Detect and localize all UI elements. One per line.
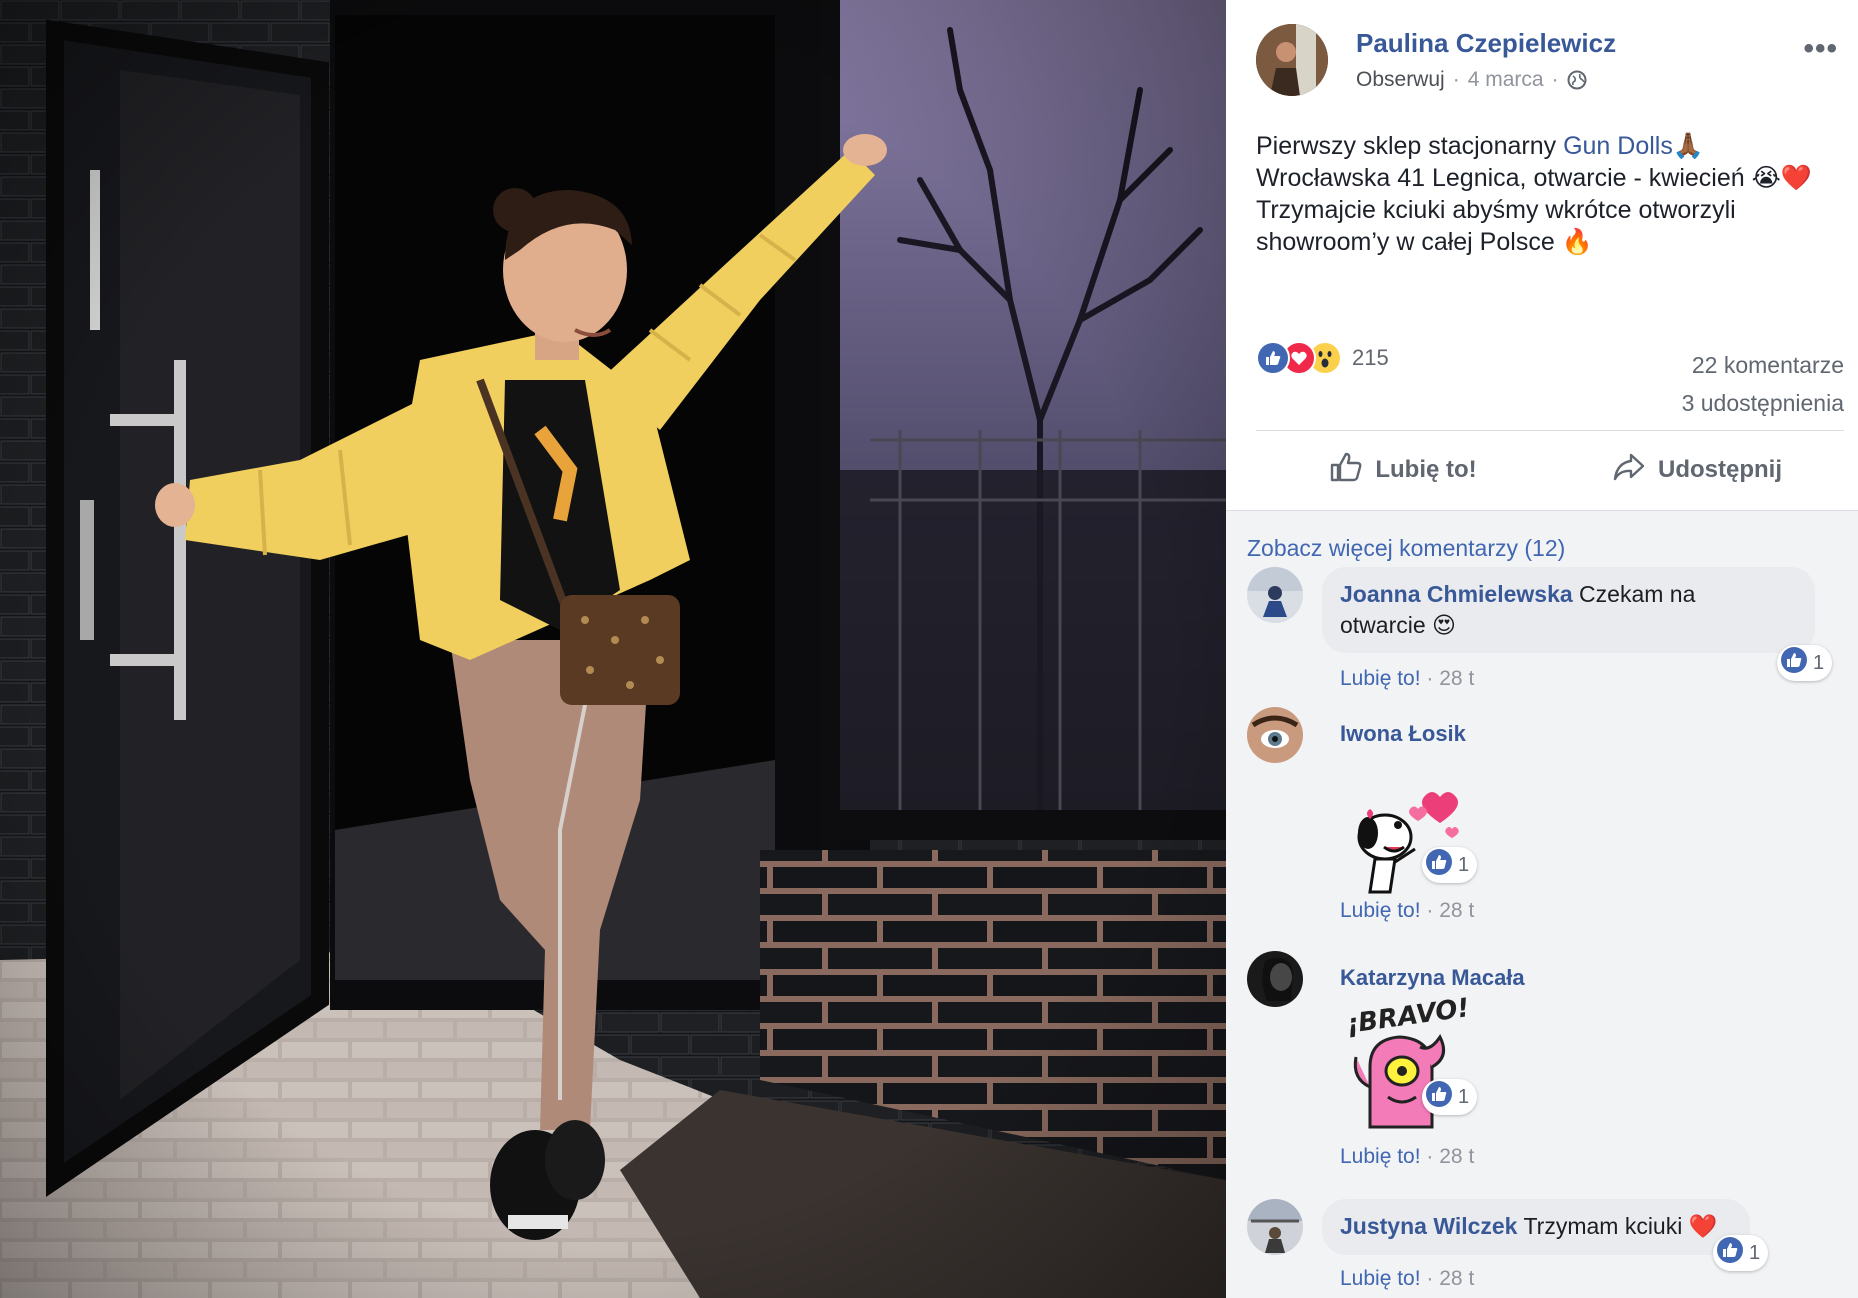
reaction-count[interactable]: 215	[1352, 345, 1389, 371]
comment-time[interactable]: · 28 t	[1426, 899, 1474, 922]
commenter-avatar[interactable]	[1247, 707, 1303, 763]
post-text: Pierwszy sklep stacjonarny Gun Dolls🙏🏾 W…	[1256, 130, 1836, 258]
more-dots-icon[interactable]: •••	[1803, 32, 1838, 66]
share-button-label: Udostępnij	[1658, 456, 1782, 483]
comment-like-badge[interactable]: 1	[1422, 1079, 1478, 1115]
view-more-comments-link[interactable]: Zobacz więcej komentarzy (12)	[1247, 535, 1565, 562]
commenter-name[interactable]: Iwona Łosik	[1340, 721, 1466, 747]
thumbs-up-icon	[1329, 451, 1363, 490]
comment-time[interactable]: · 28 t	[1426, 1267, 1474, 1290]
author-avatar[interactable]	[1256, 24, 1328, 96]
post-meta: Obserwuj · 4 marca ·	[1356, 68, 1587, 92]
like-icon	[1426, 1081, 1452, 1113]
comment: Katarzyna Macała ¡BRAVO! 1 Lubię to! · 2…	[1247, 951, 1847, 1181]
follow-link[interactable]: Obserwuj	[1356, 68, 1445, 92]
comment-like-link[interactable]: Lubię to!	[1340, 899, 1421, 922]
meta-separator: ·	[1551, 68, 1559, 91]
comment-like-badge[interactable]: 1	[1422, 847, 1478, 883]
share-arrow-icon	[1612, 451, 1646, 490]
like-icon	[1717, 1237, 1743, 1269]
comment-like-count: 1	[1749, 1241, 1761, 1264]
comment: Justyna Wilczek Trzymam kciuki ❤️ 1 Lubi…	[1247, 1199, 1847, 1298]
page-link[interactable]: Gun Dolls	[1563, 132, 1673, 160]
comment-like-badge[interactable]: 1	[1713, 1235, 1769, 1271]
author-name[interactable]: Paulina Czepielewicz	[1356, 28, 1616, 59]
comment-like-count: 1	[1813, 651, 1825, 674]
emoji: 🙏🏾	[1672, 132, 1704, 160]
comment-like-badge[interactable]: 1	[1777, 645, 1833, 681]
comment-footer: Lubię to! · 28 t	[1340, 1145, 1474, 1169]
comment: Iwona Łosik 1 Lubię to! · 28 t	[1247, 707, 1847, 937]
comment: Joanna Chmielewska Czekam na otwarcie 😍 …	[1247, 567, 1847, 690]
comment-like-count: 1	[1458, 853, 1470, 876]
commenter-name[interactable]: Justyna Wilczek	[1340, 1213, 1517, 1239]
share-count[interactable]: 3 udostępnienia	[1682, 384, 1844, 422]
like-button[interactable]: Lubię to!	[1256, 440, 1550, 500]
comment-text: otwarcie 😍	[1340, 612, 1457, 638]
storefront-photo	[0, 0, 1226, 1298]
commenter-name[interactable]: Joanna Chmielewska	[1340, 581, 1573, 607]
reactions-summary[interactable]: 215	[1256, 340, 1389, 376]
text-line: Trzymajcie kciuki abyśmy wkrótce otworzy…	[1256, 196, 1736, 224]
comment-like-count: 1	[1458, 1085, 1470, 1108]
text-line: showroom’y w całej Polsce 🔥	[1256, 228, 1593, 256]
post-date[interactable]: 4 marca	[1468, 68, 1544, 92]
comment-count[interactable]: 22 komentarze	[1682, 346, 1844, 384]
bravo-monster-sticker: ¡BRAVO!	[1340, 993, 1480, 1142]
comment-text: Trzymam kciuki ❤️	[1517, 1213, 1718, 1239]
like-icon	[1426, 849, 1452, 881]
comment-bubble: Joanna Chmielewska Czekam na otwarcie 😍	[1322, 567, 1815, 653]
action-bar: Lubię to! Udostępnij	[1256, 440, 1844, 500]
globe-icon	[1567, 70, 1587, 90]
share-button[interactable]: Udostępnij	[1550, 440, 1844, 500]
comment-time[interactable]: · 28 t	[1426, 1145, 1474, 1168]
comment-footer: Lubię to! · 28 t	[1340, 899, 1474, 923]
comment-text: Czekam na	[1572, 581, 1696, 607]
comment-footer: Lubię to! · 28 t	[1340, 667, 1474, 691]
commenter-avatar[interactable]	[1247, 1199, 1303, 1255]
sticker-text: ¡BRAVO!	[1345, 997, 1472, 1040]
like-button-label: Lubię to!	[1375, 456, 1477, 483]
comment-footer: Lubię to! · 28 t	[1340, 1267, 1474, 1291]
text-line: Wrocławska 41 Legnica, otwarcie - kwieci…	[1256, 164, 1812, 192]
comment-bubble: Justyna Wilczek Trzymam kciuki ❤️	[1322, 1199, 1750, 1255]
divider	[1256, 430, 1844, 431]
comments-section: Zobacz więcej komentarzy (12) Joanna Chm…	[1226, 510, 1858, 1298]
comment-like-link[interactable]: Lubię to!	[1340, 1267, 1421, 1290]
post-side-panel: Paulina Czepielewicz Obserwuj · 4 marca …	[1226, 0, 1858, 1298]
comment-time[interactable]: · 28 t	[1426, 667, 1474, 690]
commenter-name[interactable]: Katarzyna Macała	[1340, 965, 1525, 991]
commenter-avatar[interactable]	[1247, 567, 1303, 623]
meta-separator: ·	[1452, 68, 1460, 91]
engagement-counts: 22 komentarze 3 udostępnienia	[1682, 346, 1844, 422]
like-icon	[1256, 341, 1290, 375]
post-photo[interactable]	[0, 0, 1226, 1298]
comment-like-link[interactable]: Lubię to!	[1340, 1145, 1421, 1168]
post-header: Paulina Czepielewicz Obserwuj · 4 marca …	[1256, 24, 1838, 98]
text-line: Pierwszy sklep stacjonarny	[1256, 132, 1564, 160]
comment-like-link[interactable]: Lubię to!	[1340, 667, 1421, 690]
commenter-avatar[interactable]	[1247, 951, 1303, 1007]
like-icon	[1781, 647, 1807, 679]
